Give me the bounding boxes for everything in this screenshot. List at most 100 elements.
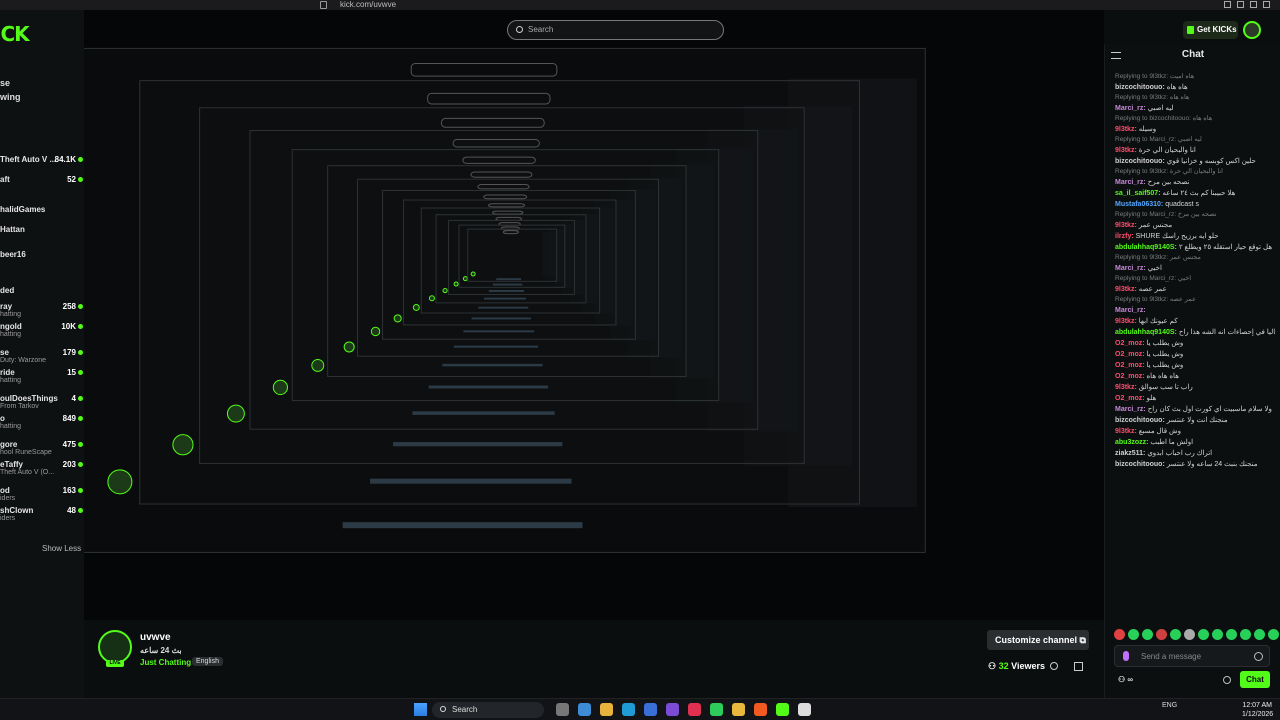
- maximize-icon[interactable]: [1250, 1, 1257, 8]
- edge-icon[interactable]: [622, 703, 635, 716]
- sidebar-channel-item[interactable]: se Duty: Warzone 179: [0, 348, 84, 368]
- send-chat-button[interactable]: Chat: [1240, 671, 1270, 688]
- emoji-icon[interactable]: [1254, 652, 1263, 661]
- chat-username[interactable]: Mustafa06310:: [1115, 201, 1163, 208]
- system-clock[interactable]: 12:07 AM 1/12/2026: [1242, 701, 1273, 719]
- copilot-icon[interactable]: [578, 703, 591, 716]
- chat-username[interactable]: ziakz511:: [1115, 450, 1145, 457]
- store-icon[interactable]: [644, 703, 657, 716]
- chat-message[interactable]: abdulahhaq9140S: حاليا في إحصاءات انه ال…: [1115, 327, 1275, 338]
- chat-username[interactable]: bizcochitoouo:: [1115, 461, 1165, 468]
- chrome-icon[interactable]: [732, 703, 745, 716]
- chat-username[interactable]: Marci_rz:: [1115, 406, 1146, 413]
- sidebar-channel-item[interactable]: ngold hatting 10K: [0, 322, 84, 342]
- chat-username[interactable]: sa_il_saif507:: [1115, 190, 1161, 197]
- sidebar-channel-item[interactable]: oulDoesThings From Tarkov 4: [0, 394, 84, 414]
- chat-username[interactable]: O2_moz:: [1115, 362, 1145, 369]
- chat-username[interactable]: 9l3tkz:: [1115, 147, 1137, 154]
- language-tag[interactable]: English: [192, 657, 223, 666]
- chat-message[interactable]: ilrzfy: SHURE حلو ايه برزيح راسك: [1115, 231, 1275, 242]
- chat-message[interactable]: bizcochitoouo: منجنك بنبث 24 ساعه ولا عن…: [1115, 459, 1275, 470]
- chat-username[interactable]: abdulahhaq9140S:: [1115, 329, 1177, 336]
- chat-username[interactable]: ilrzfy:: [1115, 233, 1134, 240]
- more-options-icon[interactable]: [1074, 662, 1083, 671]
- emote-icon[interactable]: [1268, 629, 1279, 640]
- file-explorer-icon[interactable]: [600, 703, 613, 716]
- chat-message[interactable]: Mustafa06310: quadcast s: [1115, 199, 1275, 210]
- emote-icon[interactable]: [1254, 629, 1265, 640]
- chat-message[interactable]: Marci_rz:: [1115, 305, 1275, 316]
- chat-username[interactable]: 9l3tkz:: [1115, 428, 1137, 435]
- customize-channel-button[interactable]: Customize channel ⧉: [987, 630, 1089, 650]
- sidebar-channel-item[interactable]: ride hatting 15: [0, 368, 84, 388]
- chat-message[interactable]: sa_il_saif507: هلا حبيبنا كم بث ٢٤ ساعه: [1115, 188, 1275, 199]
- chat-username[interactable]: Marci_rz:: [1115, 105, 1146, 112]
- language-indicator[interactable]: ENG: [1162, 702, 1177, 709]
- sidebar-channel-item[interactable]: aft 52: [0, 175, 84, 195]
- chat-username[interactable]: Marci_rz:: [1115, 265, 1146, 272]
- nav-item-following[interactable]: wing: [0, 90, 21, 104]
- chat-input[interactable]: Send a message: [1114, 645, 1270, 667]
- chat-username[interactable]: 9l3tkz:: [1115, 318, 1137, 325]
- emote-icon[interactable]: [1184, 629, 1195, 640]
- chat-username[interactable]: Marci_rz:: [1115, 307, 1146, 314]
- chat-message[interactable]: bizcochitoouo: حلين اكس كوبسه و خزانيا ق…: [1115, 156, 1275, 167]
- chat-message[interactable]: Marci_rz: ليه اصبي: [1115, 103, 1275, 114]
- chat-message[interactable]: abdulahhaq9140S: هل توقع حيار استقله ٢٥ …: [1115, 242, 1275, 253]
- chat-message[interactable]: O2_moz: هاه هاه هاه: [1115, 371, 1275, 382]
- chat-username[interactable]: O2_moz:: [1115, 340, 1145, 347]
- chat-message[interactable]: O2_moz: هلو: [1115, 393, 1275, 404]
- sidebar-channel-item[interactable]: beer16: [0, 250, 84, 270]
- address-bar[interactable]: kick.com/uvwve: [340, 0, 396, 10]
- nav-item-browse[interactable]: se: [0, 76, 21, 90]
- chat-users-icon[interactable]: ⚇ ∞: [1118, 675, 1133, 684]
- sidebar-channel-item[interactable]: o hatting 849: [0, 414, 84, 434]
- kick-logo[interactable]: ICK: [0, 22, 30, 46]
- chat-message[interactable]: Marci_rz: ولا سلام ماسبيت اي كورت اول بث…: [1115, 404, 1275, 415]
- emote-icon[interactable]: [1142, 629, 1153, 640]
- chat-message[interactable]: abu3zozz: اولش ما اطبب: [1115, 437, 1275, 448]
- windows-start-icon[interactable]: [414, 703, 427, 716]
- kick-app-icon[interactable]: [776, 703, 789, 716]
- chat-username[interactable]: O2_moz:: [1115, 395, 1145, 402]
- chat-message[interactable]: 9l3tkz: راب تا سب سوالق: [1115, 382, 1275, 393]
- chat-message[interactable]: bizcochitoouo: منجنك انت ولا عنتسر: [1115, 415, 1275, 426]
- sidebar-channel-item[interactable]: halidGames: [0, 205, 84, 225]
- chat-message[interactable]: bizcochitoouo: هاه هاه: [1115, 82, 1275, 93]
- settings-icon[interactable]: [1223, 676, 1231, 684]
- chat-username[interactable]: abdulahhaq9140S:: [1115, 244, 1177, 251]
- chat-message[interactable]: Marci_rz: اخيي: [1115, 263, 1275, 274]
- sidebar-channel-item[interactable]: shClown iders 48: [0, 506, 84, 526]
- emote-icon[interactable]: [1114, 629, 1125, 640]
- share-icon[interactable]: [1050, 662, 1058, 670]
- chat-message[interactable]: O2_moz: وش يطلب يا: [1115, 360, 1275, 371]
- emote-icon[interactable]: [1198, 629, 1209, 640]
- streamer-name[interactable]: uvwve: [140, 632, 171, 643]
- sidebar-channel-item[interactable]: ray hatting 258: [0, 302, 84, 322]
- extension-icon[interactable]: [1224, 1, 1231, 8]
- close-icon[interactable]: [1263, 1, 1270, 8]
- brave-icon[interactable]: [754, 703, 767, 716]
- emote-icon[interactable]: [1156, 629, 1167, 640]
- microphone-icon[interactable]: [1123, 651, 1129, 661]
- emote-icon[interactable]: [1128, 629, 1139, 640]
- streamer-avatar[interactable]: LIVE: [98, 630, 132, 667]
- chat-message[interactable]: ziakz511: اتراك رب احباب ابدوي: [1115, 448, 1275, 459]
- sidebar-channel-item[interactable]: od iders 163: [0, 486, 84, 506]
- minimize-icon[interactable]: [1237, 1, 1244, 8]
- chat-message[interactable]: 9l3tkz: كم عيونك ابها: [1115, 316, 1275, 327]
- show-less-button[interactable]: Show Less: [42, 544, 81, 553]
- chat-message[interactable]: 9l3tkz: مجنس عمر: [1115, 220, 1275, 231]
- stream-category[interactable]: Just Chatting: [140, 658, 191, 667]
- emote-icon[interactable]: [1240, 629, 1251, 640]
- sidebar-channel-item[interactable]: Theft Auto V ... 84.1K: [0, 155, 84, 175]
- chat-username[interactable]: abu3zozz:: [1115, 439, 1148, 446]
- chat-message[interactable]: 9l3tkz: وسيله: [1115, 124, 1275, 135]
- emote-icon[interactable]: [1212, 629, 1223, 640]
- taskbar-search[interactable]: Search: [432, 702, 544, 718]
- chat-message[interactable]: O2_moz: وش يطلب يا: [1115, 349, 1275, 360]
- chat-message[interactable]: 9l3tkz: انا والبحيان الي حرة: [1115, 145, 1275, 156]
- chat-message[interactable]: 9l3tkz: عمر عصه: [1115, 284, 1275, 295]
- notepad-icon[interactable]: [798, 703, 811, 716]
- chat-username[interactable]: O2_moz:: [1115, 351, 1145, 358]
